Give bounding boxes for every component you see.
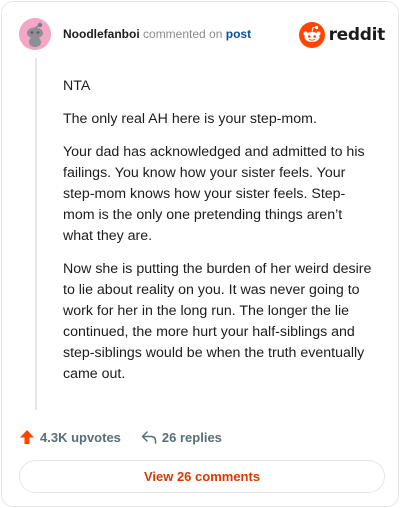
comment-paragraph: The only real AH here is your step-mom. xyxy=(63,111,317,127)
replies-button[interactable]: 26 replies xyxy=(141,429,222,445)
commented-on-label: commented on xyxy=(143,27,223,41)
comment-body: NTA The only real AH here is your step-m… xyxy=(63,76,375,397)
comment-paragraph: NTA xyxy=(63,78,91,94)
thread-line[interactable] xyxy=(35,58,37,410)
comment-paragraph: Your dad has acknowledged and admitted t… xyxy=(63,144,365,244)
upvote-arrow-icon xyxy=(20,430,34,444)
replies-count: 26 replies xyxy=(161,429,222,445)
reply-arrow-icon xyxy=(141,431,157,444)
comment-header: Noodlefanboi commented on post reddit xyxy=(19,18,387,52)
view-comments-button[interactable]: View 26 comments xyxy=(19,460,385,493)
reddit-wordmark: reddit xyxy=(328,25,386,45)
comment-footer: 4.3K upvotes 26 replies xyxy=(19,426,242,448)
comment-paragraph: Now she is putting the burden of her wei… xyxy=(63,261,372,382)
upvote-count: 4.3K upvotes xyxy=(40,429,121,445)
reddit-snoo-icon xyxy=(298,22,325,48)
comment-card: Noodlefanboi commented on post reddit NT… xyxy=(1,1,399,507)
upvote-button[interactable]: 4.3K upvotes xyxy=(19,429,121,445)
avatar[interactable] xyxy=(19,18,51,50)
post-link[interactable]: post xyxy=(226,27,251,41)
reddit-logo[interactable]: reddit xyxy=(298,22,386,48)
byline: Noodlefanboi commented on post xyxy=(63,27,251,41)
snoo-avatar-icon xyxy=(19,18,51,50)
username-link[interactable]: Noodlefanboi xyxy=(63,27,140,41)
